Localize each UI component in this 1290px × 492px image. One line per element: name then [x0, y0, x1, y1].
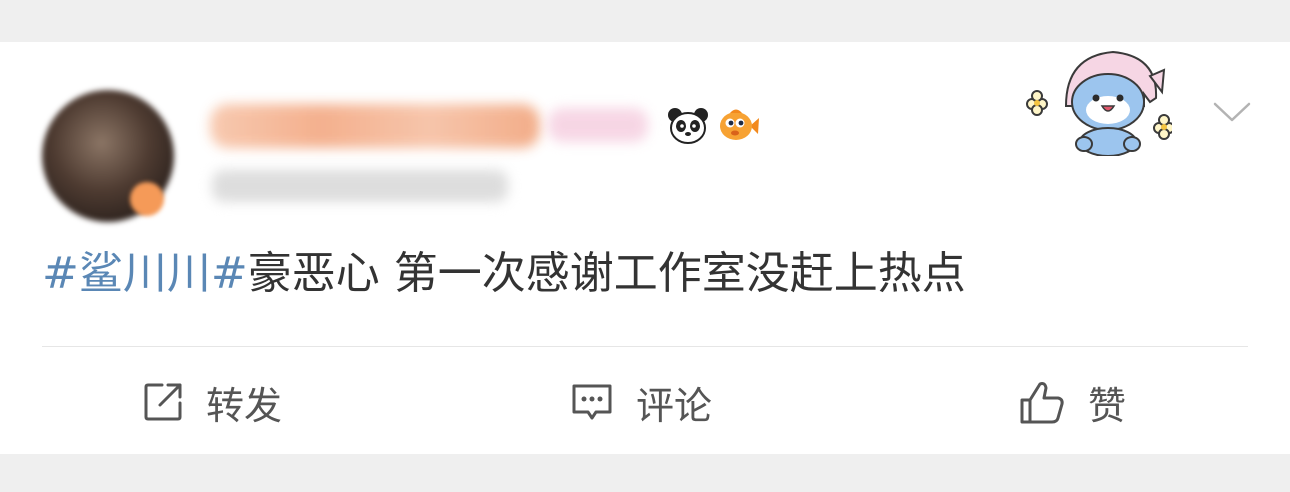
- post-text: #鲨川川#豪恶心 第一次感谢工作室没赶上热点: [42, 246, 966, 302]
- repost-label: 转发: [206, 383, 283, 428]
- member-badge-redacted: [548, 108, 648, 142]
- thumbs-up-icon: [1020, 382, 1064, 424]
- post-card[interactable]: #鲨川川#豪恶心 第一次感谢工作室没赶上热点 转发 评论 赞: [0, 42, 1290, 454]
- divider: [42, 346, 1248, 347]
- topic-link[interactable]: #鲨川川#: [42, 248, 248, 299]
- feed-gap-bottom: [0, 454, 1290, 492]
- comment-button[interactable]: 评论: [570, 374, 712, 430]
- goldfish-icon: [720, 109, 759, 140]
- repost-icon: [144, 383, 182, 421]
- like-button[interactable]: 赞: [1018, 374, 1126, 430]
- comment-icon: [572, 384, 612, 420]
- feed-gap-top: [0, 0, 1290, 42]
- verified-badge-icon: [130, 182, 164, 216]
- repost-button[interactable]: 转发: [142, 374, 282, 430]
- author-name-redacted[interactable]: [210, 104, 540, 148]
- baby-shark-sticker: [1026, 50, 1172, 156]
- comment-label: 评论: [636, 383, 713, 428]
- post-meta-redacted: [212, 170, 508, 202]
- like-label: 赞: [1088, 383, 1127, 428]
- chevron-down-icon[interactable]: [1212, 100, 1252, 124]
- panda-icon: [668, 108, 708, 144]
- post-body: 豪恶心 第一次感谢工作室没赶上热点: [247, 248, 966, 299]
